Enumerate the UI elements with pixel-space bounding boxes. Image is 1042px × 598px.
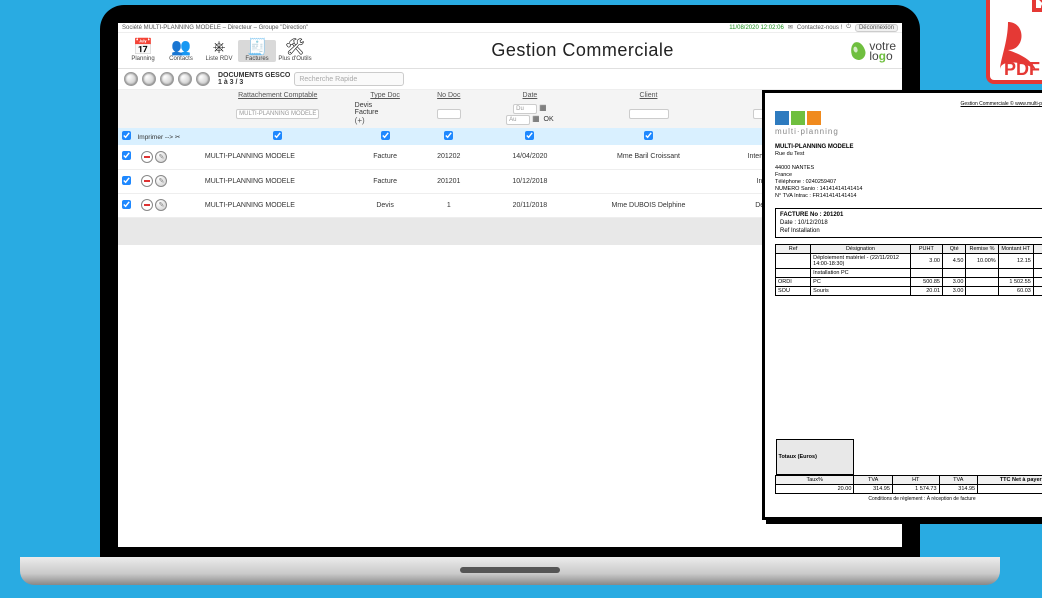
col-date[interactable]: Date xyxy=(480,90,580,99)
chart-btn[interactable] xyxy=(160,72,174,86)
wheel-icon: ⎈ xyxy=(213,40,226,56)
main-toolbar: 📅Planning 👥Contacts ⎈Liste RDV 🧾Factures… xyxy=(118,33,902,69)
col-client[interactable]: Client xyxy=(580,90,717,99)
tool-label: Liste RDV xyxy=(205,56,232,62)
filter-type-plus[interactable]: (+) xyxy=(355,116,365,125)
cell-type: Devis xyxy=(353,193,418,217)
cell-type: Facture xyxy=(353,145,418,169)
tool-planning[interactable]: 📅Planning xyxy=(124,40,162,62)
row-select[interactable] xyxy=(122,200,131,209)
col-rattachement[interactable]: Rattachement Comptable xyxy=(203,90,353,99)
tool-more[interactable]: 🛠Plus d'Outils xyxy=(276,40,314,62)
tool-contacts[interactable]: 👥Contacts xyxy=(162,40,200,62)
calendar-icon: 📅 xyxy=(133,40,153,56)
filter-comp[interactable]: MULTI-PLANNING MODELE xyxy=(236,109,319,119)
brand-logo: votre logo xyxy=(851,41,896,61)
invoice-number-box: FACTURE No : 201201 Date : 10/12/2018 Re… xyxy=(775,208,1042,238)
row-select[interactable] xyxy=(122,176,131,185)
cell-client: Mme DUBOIS Delphine xyxy=(580,193,717,217)
col-chk-type[interactable] xyxy=(381,131,390,140)
row-select[interactable] xyxy=(122,151,131,160)
cell-date: 14/04/2020 xyxy=(480,145,580,169)
cell-no: 1 xyxy=(418,193,480,217)
tool-label: Factures xyxy=(245,56,268,62)
cal-from-icon[interactable]: ▦ xyxy=(539,103,547,112)
tool-label: Planning xyxy=(131,56,154,62)
status-date: 11/08/2020 12:02:06 xyxy=(729,25,784,31)
edit-row-icon[interactable] xyxy=(155,175,167,187)
filter-no[interactable] xyxy=(437,109,461,119)
print-btn[interactable] xyxy=(124,72,138,86)
export-btn[interactable] xyxy=(142,72,156,86)
settings-btn[interactable] xyxy=(196,72,210,86)
cell-client: Mme Baril Croissant xyxy=(580,145,717,169)
cell-date: 20/11/2018 xyxy=(480,193,580,217)
cal-to-icon[interactable]: ▦ xyxy=(532,114,540,123)
brand-name: multi·planning xyxy=(775,127,1042,136)
status-company: Société MULTI-PLANNING MODELE – Directeu… xyxy=(122,25,308,31)
tool-factures[interactable]: 🧾Factures xyxy=(238,40,276,62)
scissors-icon[interactable]: ✂ xyxy=(175,134,180,141)
status-bar: Société MULTI-PLANNING MODELE – Directeu… xyxy=(118,23,902,33)
laptop-base xyxy=(20,557,1000,585)
col-chk-no[interactable] xyxy=(444,131,453,140)
cell-no: 201201 xyxy=(418,169,480,193)
filter-type-devis[interactable]: Devis xyxy=(355,102,373,109)
page-title: Gestion Commerciale xyxy=(314,40,851,61)
print-label: Imprimer --> xyxy=(137,134,173,141)
tools-icon: 🛠 xyxy=(285,40,305,56)
contact-link[interactable]: Contactez-nous ! xyxy=(797,25,842,31)
company-address: MULTI-PLANNING MODELE Rue du Test 44000 … xyxy=(775,144,1042,200)
col-chk-comp[interactable] xyxy=(273,131,282,140)
invoice-icon: 🧾 xyxy=(247,40,267,56)
tool-liste-rdv[interactable]: ⎈Liste RDV xyxy=(200,40,238,62)
cell-no: 201202 xyxy=(418,145,480,169)
edit-row-icon[interactable] xyxy=(155,199,167,211)
logo-text: votre logo xyxy=(869,41,896,61)
col-type[interactable]: Type Doc xyxy=(353,90,418,99)
logout-button[interactable]: Déconnexion xyxy=(855,24,898,32)
filter-date-from[interactable]: Du xyxy=(513,104,537,114)
select-all[interactable] xyxy=(122,131,131,140)
cell-comp: MULTI-PLANNING MODELE xyxy=(203,169,353,193)
delete-row-icon[interactable] xyxy=(141,175,153,187)
cell-comp: MULTI-PLANNING MODELE xyxy=(203,145,353,169)
invoice-totals-table: Totaux (Euros) Taux% TVA HT TVA TTC Net … xyxy=(775,439,1042,494)
search-input[interactable]: Recherche Rapide xyxy=(294,72,404,86)
cell-client xyxy=(580,169,717,193)
filter-ok[interactable]: OK xyxy=(544,116,554,123)
invoice-preview: Gestion Commerciale © www.multi-planning… xyxy=(762,90,1042,520)
col-chk-cli[interactable] xyxy=(644,131,653,140)
svg-text:PDF: PDF xyxy=(1004,59,1040,79)
brand-squares-icon xyxy=(775,111,1042,125)
cell-type: Facture xyxy=(353,169,418,193)
delete-row-icon[interactable] xyxy=(141,199,153,211)
col-chk-date[interactable] xyxy=(525,131,534,140)
mail-icon[interactable]: ✉ xyxy=(788,24,793,31)
refresh-btn[interactable] xyxy=(178,72,192,86)
preview-header-link: Gestion Commerciale © www.multi-planning… xyxy=(775,101,1042,107)
docs-count: DOCUMENTS GESCO 1 à 3 / 3 xyxy=(218,72,290,86)
tool-label: Contacts xyxy=(169,56,193,62)
edit-row-icon[interactable] xyxy=(155,151,167,163)
col-no[interactable]: No Doc xyxy=(418,90,480,99)
cell-comp: MULTI-PLANNING MODELE xyxy=(203,193,353,217)
filter-date-to[interactable]: Au xyxy=(506,115,530,125)
drop-icon xyxy=(849,40,867,61)
cell-date: 10/12/2018 xyxy=(480,169,580,193)
filter-type-facture[interactable]: Facture xyxy=(355,109,379,116)
invoice-items-table: Ref Désignation PUHT Qté Remise % Montan… xyxy=(775,244,1042,296)
power-icon[interactable]: ⏻ xyxy=(846,24,851,31)
filter-client[interactable] xyxy=(629,109,669,119)
contacts-icon: 👥 xyxy=(171,40,191,56)
invoice-conditions: Conditions de règlement : À réception de… xyxy=(775,496,1042,502)
pdf-icon: PDF xyxy=(982,0,1042,85)
tool-label: Plus d'Outils xyxy=(278,56,311,62)
controls-row: DOCUMENTS GESCO 1 à 3 / 3 Recherche Rapi… xyxy=(118,69,902,90)
delete-row-icon[interactable] xyxy=(141,151,153,163)
invoice-page-num: page 1/1 xyxy=(775,503,1042,509)
